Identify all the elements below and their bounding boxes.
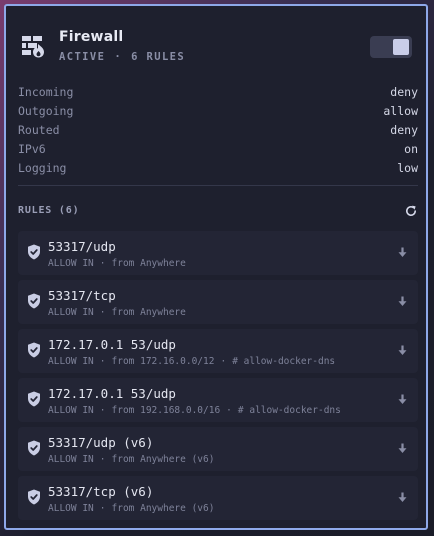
arrow-down-icon[interactable] <box>398 394 407 405</box>
arrow-down-icon[interactable] <box>398 296 407 307</box>
separator-dot: · <box>99 307 106 318</box>
separator-dot: · <box>99 258 106 269</box>
setting-row: Incoming deny <box>18 82 418 101</box>
rule-comment: # allow-docker-dns <box>232 356 336 367</box>
setting-value: low <box>397 160 418 175</box>
setting-value: deny <box>390 84 418 99</box>
setting-row: Outgoing allow <box>18 101 418 120</box>
toggle-knob <box>393 39 409 55</box>
rule-row[interactable]: 172.17.0.1 53/udp ALLOW IN · from 192.168.0… <box>18 378 418 422</box>
rule-action: ALLOW IN <box>48 454 94 465</box>
rule-source: from 192.168.0.0/16 <box>111 405 221 416</box>
separator-dot: · <box>220 356 227 367</box>
setting-key: Incoming <box>18 84 74 99</box>
refresh-icon[interactable] <box>404 204 418 218</box>
rule-source: from Anywhere (v6) <box>111 454 215 465</box>
rule-row[interactable]: 53317/tcp ALLOW IN · from Anywhere <box>18 280 418 324</box>
rule-action: ALLOW IN <box>48 405 94 416</box>
rule-row[interactable]: 172.17.0.1 53/udp ALLOW IN · from 172.16.0.… <box>18 329 418 373</box>
rule-meta: ALLOW IN · from 172.16.0.0/12 · # allow-dock… <box>48 356 335 367</box>
settings-list: Incoming deny Outgoing allow Routed deny IPv6 o… <box>18 82 418 177</box>
firewall-panel: Firewall ACTIVE · 6 RULES Incoming deny Outg… <box>4 4 428 530</box>
separator-dot: · <box>99 503 106 514</box>
divider <box>18 185 418 186</box>
rule-target: 53317/tcp (v6) <box>48 484 154 499</box>
rule-target: 53317/udp <box>48 239 116 254</box>
separator-dot: · <box>226 405 232 416</box>
setting-value: deny <box>390 122 418 137</box>
shield-check-icon <box>28 293 40 309</box>
arrow-down-icon[interactable] <box>398 443 407 454</box>
setting-row: Routed deny <box>18 120 418 139</box>
status-text: ACTIVE <box>59 51 106 63</box>
rule-action: ALLOW IN <box>48 258 94 269</box>
setting-key: Outgoing <box>18 103 74 118</box>
rule-source: from Anywhere <box>111 307 186 318</box>
rule-meta: ALLOW IN · from Anywhere (v6) <box>48 454 214 465</box>
panel-header: Firewall ACTIVE · 6 RULES <box>6 6 426 76</box>
rule-target: 172.17.0.1 53/udp <box>48 386 176 401</box>
rule-target: 53317/tcp <box>48 288 116 303</box>
shield-check-icon <box>28 440 40 456</box>
rule-comment: # allow-docker-dns <box>237 405 341 416</box>
rules-title: RULES (6) <box>18 205 80 216</box>
setting-key: IPv6 <box>18 141 46 156</box>
rule-meta: ALLOW IN · from Anywhere <box>48 258 186 269</box>
rule-row[interactable]: 53317/udp (v6) ALLOW IN · from Anywhere (v6… <box>18 427 418 471</box>
rules-count: 6 RULES <box>131 51 186 63</box>
setting-key: Routed <box>18 122 60 137</box>
setting-row: Logging low <box>18 158 418 177</box>
rule-row[interactable]: 53317/udp ALLOW IN · from Anywhere <box>18 231 418 275</box>
setting-value: on <box>404 141 418 156</box>
setting-value: allow <box>383 103 418 118</box>
arrow-down-icon[interactable] <box>398 492 407 503</box>
separator-dot: · <box>99 454 106 465</box>
setting-row: IPv6 on <box>18 139 418 158</box>
rule-row[interactable]: 53317/tcp (v6) ALLOW IN · from Anywhere (v6… <box>18 476 418 520</box>
separator-dot: · <box>99 356 106 367</box>
arrow-down-icon[interactable] <box>398 247 407 258</box>
arrow-down-icon[interactable] <box>398 345 407 356</box>
rule-meta: ALLOW IN · from 192.168.0.0/16 · # allow-doc… <box>48 405 341 416</box>
shield-check-icon <box>28 244 40 260</box>
firewall-icon <box>22 36 44 58</box>
panel-subtitle: ACTIVE · 6 RULES <box>59 51 185 63</box>
shield-check-icon <box>28 391 40 407</box>
rule-action: ALLOW IN <box>48 503 94 514</box>
rule-target: 172.17.0.1 53/udp <box>48 337 176 352</box>
rule-action: ALLOW IN <box>48 356 94 367</box>
separator-dot: · <box>99 405 106 416</box>
rule-action: ALLOW IN <box>48 307 94 318</box>
rules-header: RULES (6) <box>18 204 416 220</box>
shield-check-icon <box>28 342 40 358</box>
rule-meta: ALLOW IN · from Anywhere <box>48 307 186 318</box>
rule-target: 53317/udp (v6) <box>48 435 154 450</box>
rules-list: 53317/udp ALLOW IN · from Anywhere 53317/tcp… <box>18 231 418 525</box>
rule-source: from 172.16.0.0/12 <box>111 356 215 367</box>
shield-check-icon <box>28 489 40 505</box>
rule-meta: ALLOW IN · from Anywhere (v6) <box>48 503 214 514</box>
separator-dot: · <box>114 51 123 63</box>
firewall-toggle[interactable] <box>370 36 412 58</box>
rule-source: from Anywhere (v6) <box>111 503 215 514</box>
rule-source: from Anywhere <box>111 258 186 269</box>
panel-title: Firewall <box>59 29 124 45</box>
setting-key: Logging <box>18 160 67 175</box>
